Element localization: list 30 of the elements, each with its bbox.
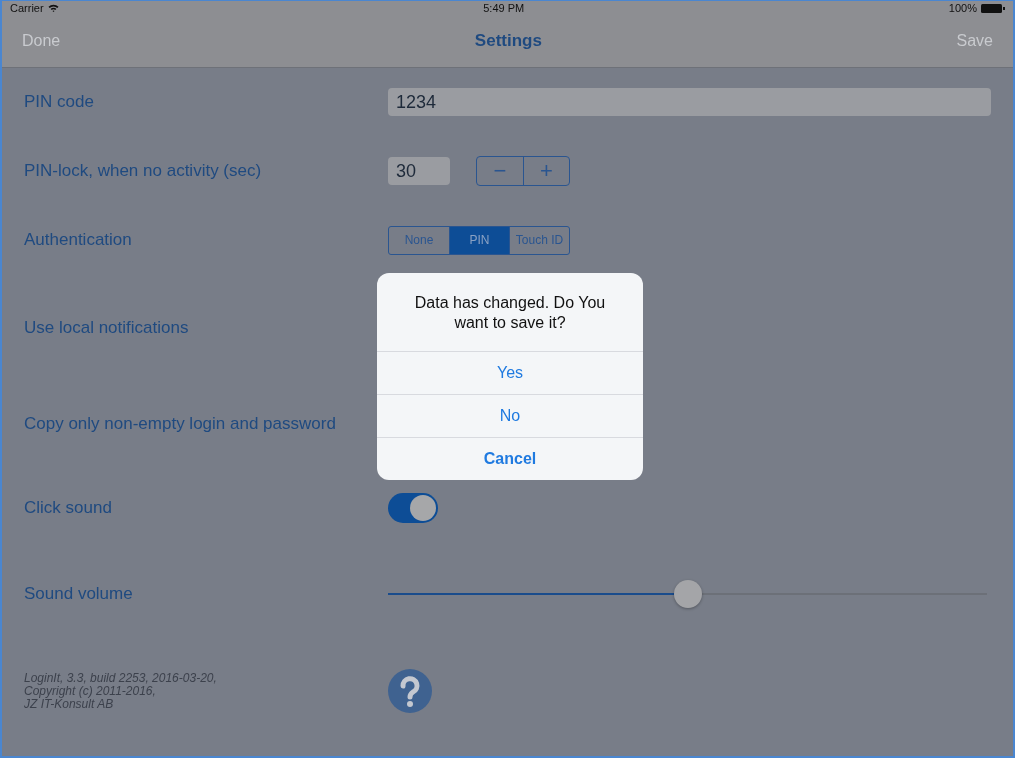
setting-label: PIN code	[24, 92, 95, 112]
setting-label: Copy only non-empty login and password	[24, 414, 337, 434]
volume-slider[interactable]	[388, 580, 987, 608]
carrier-label: Carrier	[10, 2, 44, 14]
screen-title: Settings	[474, 31, 542, 51]
decrement-button[interactable]: −	[477, 157, 523, 185]
setting-label: Sound volume	[24, 584, 134, 604]
alert-button[interactable]: Yes	[377, 351, 643, 394]
alert-button[interactable]: Cancel	[377, 437, 643, 480]
setting-label: PIN-lock, when no activity (sec)	[24, 161, 263, 181]
clock-time: 5:49 PM	[482, 2, 526, 14]
setting-label: Authentication	[24, 230, 133, 250]
battery-icon	[981, 3, 1005, 13]
help-icon[interactable]	[388, 669, 432, 713]
increment-button[interactable]: +	[523, 157, 569, 185]
alert-button[interactable]: No	[377, 394, 643, 437]
toggle-switch[interactable]	[388, 492, 438, 523]
segment-option[interactable]: Touch ID	[509, 226, 569, 254]
pin-code-field[interactable]: 1234	[388, 88, 991, 116]
save-button[interactable]: Save	[956, 32, 993, 50]
timeout-field[interactable]: 30	[388, 157, 450, 185]
version-info: LoginIt, 3.3, build 2253, 2016-03-20, Copyright (c) 2011-2016, JZ IT-Konsult AB	[24, 671, 218, 711]
setting-label: Click sound	[24, 497, 113, 518]
wifi-icon	[47, 4, 59, 12]
setting-label: Use local notifications	[24, 318, 190, 338]
segment-option[interactable]: None	[389, 226, 449, 254]
battery-percent: 100%	[948, 2, 977, 14]
segment-option[interactable]: PIN	[449, 226, 509, 254]
done-button[interactable]: Done	[22, 32, 61, 50]
alert-message: Data has changed. Do You want to save it?	[413, 293, 607, 333]
